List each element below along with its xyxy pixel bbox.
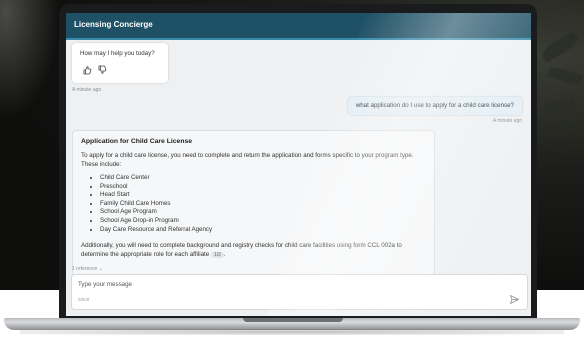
plant-leaf xyxy=(544,97,576,115)
laptop-shadow xyxy=(20,329,564,335)
list-item: Child Care Center xyxy=(100,174,212,183)
character-counter: 0/500 xyxy=(78,297,90,302)
list-item: Day Care Resource and Referral Agency xyxy=(100,226,212,235)
answer-intro: To apply for a child care license, you n… xyxy=(81,152,414,168)
message-composer[interactable]: Type your message 0/500 xyxy=(71,274,528,310)
plant-leaf xyxy=(546,64,584,88)
bot-answer-message: Application for Child Care License To ap… xyxy=(72,130,435,276)
list-item: School Age Drop-in Program xyxy=(100,217,212,226)
laptop-screen: Licensing Concierge How may I help you t… xyxy=(66,13,531,316)
greeting-text: How may I help you today? xyxy=(80,50,155,57)
list-item: School Age Program xyxy=(100,208,212,217)
greeting-timestamp: A minute ago xyxy=(72,87,102,93)
app-title: Licensing Concierge xyxy=(74,20,153,29)
list-item: Head Start xyxy=(100,191,212,200)
thumbs-up-icon[interactable] xyxy=(82,65,92,75)
lamp-glow xyxy=(0,0,60,120)
app-header: Licensing Concierge xyxy=(66,13,531,40)
bot-greeting-message: How may I help you today? xyxy=(72,43,168,83)
message-input-placeholder[interactable]: Type your message xyxy=(78,281,132,288)
user-message-timestamp: A minute ago xyxy=(492,118,522,124)
thumbs-down-icon[interactable] xyxy=(97,65,107,75)
answer-outro: Additionally, you will need to complete … xyxy=(81,242,402,258)
program-type-list: Child Care Center Preschool Head Start F… xyxy=(81,174,212,234)
citation-badge[interactable]: 1/2 xyxy=(210,251,224,258)
product-photo-scene: Licensing Concierge How may I help you t… xyxy=(0,0,584,339)
answer-title: Application for Child Care License xyxy=(81,138,193,145)
laptop-base-notch xyxy=(243,318,343,322)
send-icon[interactable] xyxy=(509,292,520,304)
list-item: Family Child Care Homes xyxy=(100,200,212,209)
answer-outro-text: Additionally, you will need to complete … xyxy=(81,242,402,258)
user-message: what application do I use to apply for a… xyxy=(347,97,522,115)
references-toggle[interactable]: 1 reference ⌄ xyxy=(72,266,103,272)
list-item: Preschool xyxy=(100,183,212,192)
plant-leaf xyxy=(539,30,581,64)
user-message-text: what application do I use to apply for a… xyxy=(355,102,514,109)
